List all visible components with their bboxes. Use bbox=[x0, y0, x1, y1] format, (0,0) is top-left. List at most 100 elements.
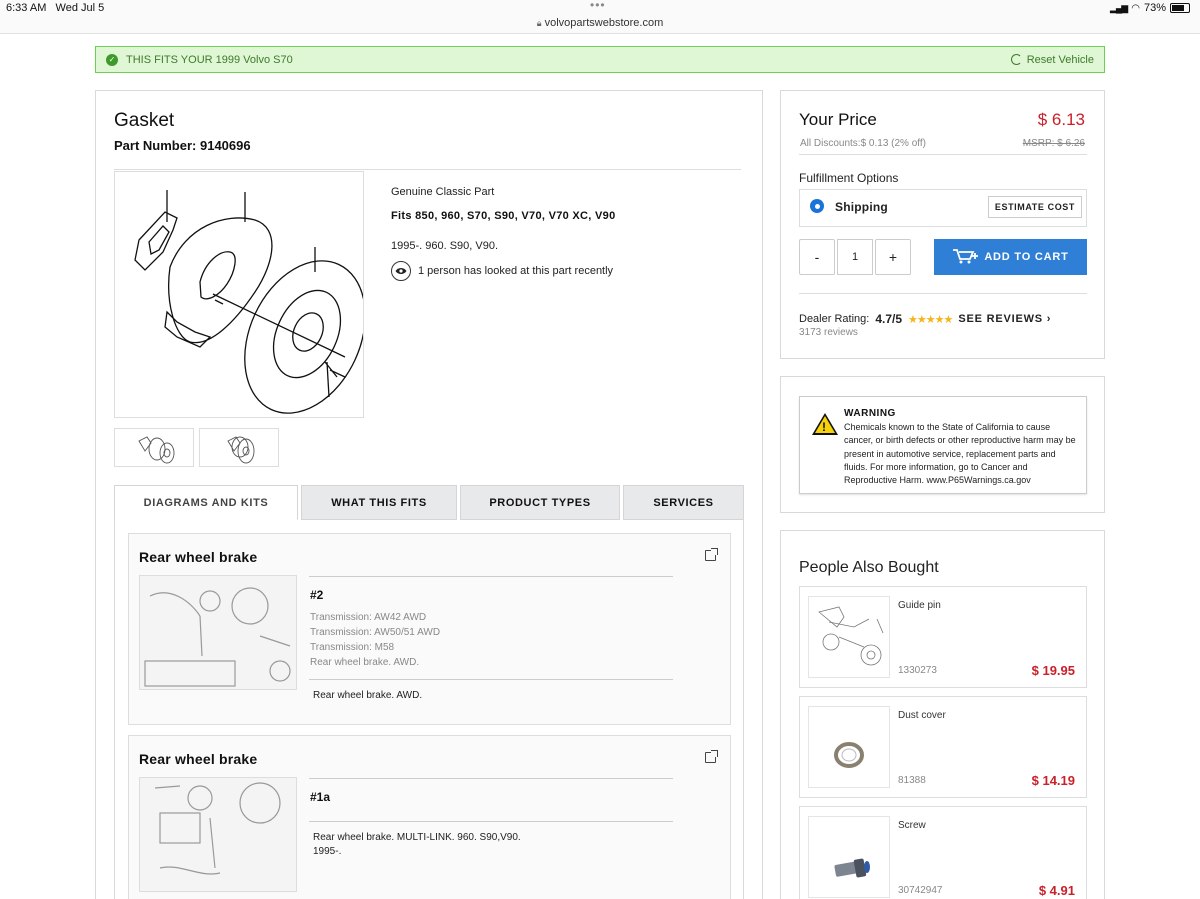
tab-product-types[interactable]: PRODUCT TYPES bbox=[460, 485, 620, 520]
diagram-card[interactable]: Rear wheel brake #1a Rear wheel brake. M… bbox=[128, 735, 731, 899]
estimate-cost-button[interactable]: ESTIMATE COST bbox=[987, 196, 1082, 218]
price-value: $ 6.13 bbox=[1037, 110, 1085, 129]
diagram-divider bbox=[309, 576, 673, 577]
battery-percent: 73% bbox=[1143, 2, 1166, 14]
spec-line: Transmission: M58 bbox=[310, 642, 395, 653]
related-product-price: $ 14.19 bbox=[1031, 773, 1075, 788]
related-product-image bbox=[808, 816, 890, 898]
thumbnail-diagram bbox=[227, 436, 255, 464]
see-reviews-link[interactable]: SEE REVIEWS › bbox=[958, 313, 1051, 325]
check-circle-icon: ✓ bbox=[106, 53, 118, 66]
reset-vehicle-label: Reset Vehicle bbox=[1026, 53, 1094, 66]
related-product-number: 81388 bbox=[898, 775, 926, 786]
related-product-price: $ 4.91 bbox=[1038, 883, 1075, 898]
diagram-note: Rear wheel brake. AWD. bbox=[313, 689, 422, 703]
quantity-input[interactable]: 1 bbox=[837, 239, 873, 275]
diagram-divider bbox=[309, 679, 673, 680]
diagram-number: #2 bbox=[310, 588, 324, 602]
tab-what-this-fits[interactable]: WHAT THIS FITS bbox=[301, 485, 457, 520]
thumbnail-diagram bbox=[138, 436, 175, 464]
note-line: 1995-. bbox=[313, 846, 342, 857]
tab-services[interactable]: SERVICES bbox=[623, 485, 744, 520]
diagram-thumbnail[interactable] bbox=[139, 777, 297, 892]
prop65-warning: ! WARNING Chemicals known to the State o… bbox=[799, 396, 1087, 494]
diagram-title: Rear wheel brake bbox=[139, 751, 258, 767]
lock-icon: 🔒︎ bbox=[536, 18, 542, 28]
reset-vehicle-button[interactable]: Reset Vehicle bbox=[1010, 53, 1094, 66]
brake-disc-diagram bbox=[134, 190, 366, 414]
external-link-icon[interactable] bbox=[705, 750, 718, 763]
related-product-number: 30742947 bbox=[898, 885, 943, 896]
rating-value: 4.7/5 bbox=[875, 312, 903, 326]
your-price-label: Your Price bbox=[799, 110, 877, 129]
thumbnail-1[interactable] bbox=[114, 428, 194, 467]
people-also-bought: People Also Bought Guide pin 1330273 $ 1… bbox=[780, 530, 1105, 899]
tab-diagrams-and-kits[interactable]: DIAGRAMS AND KITS bbox=[114, 485, 298, 520]
signal-icon: ▂▄▆ bbox=[1110, 2, 1128, 13]
diagram-thumbnail[interactable] bbox=[139, 575, 297, 690]
related-product-card[interactable]: Guide pin 1330273 $ 19.95 bbox=[799, 586, 1087, 688]
fits-vehicle: 1999 Volvo S70 bbox=[215, 53, 293, 66]
quantity-decrease-button[interactable]: - bbox=[799, 239, 835, 275]
diagram-sketch bbox=[154, 782, 281, 875]
diagram-card[interactable]: Rear wheel brake #2 Transmission: AW42 A… bbox=[128, 533, 731, 725]
url-text: volvopartswebstore.com bbox=[544, 17, 664, 29]
warning-title: WARNING bbox=[844, 408, 896, 419]
thumbnail-2[interactable] bbox=[199, 428, 279, 467]
rating-label: Dealer Rating: bbox=[799, 313, 870, 325]
fulfillment-label: Fulfillment Options bbox=[799, 171, 899, 185]
related-product-card[interactable]: Dust cover 81388 $ 14.19 bbox=[799, 696, 1087, 798]
cart-icon bbox=[952, 248, 979, 267]
genuine-label: Genuine Classic Part bbox=[391, 186, 495, 198]
quantity-increase-button[interactable]: + bbox=[875, 239, 911, 275]
refresh-icon bbox=[1010, 54, 1022, 65]
shipping-label: Shipping bbox=[835, 200, 888, 214]
product-card: Gasket Part Number: 9140696 Genuine Clas… bbox=[95, 90, 763, 899]
warning-card: ! WARNING Chemicals known to the State o… bbox=[780, 376, 1105, 513]
guide-pin-diagram bbox=[818, 606, 884, 666]
related-product-image bbox=[808, 706, 890, 788]
related-product-image bbox=[808, 596, 890, 678]
diagram-note: Rear wheel brake. MULTI-LINK. 960. S90,V… bbox=[313, 831, 521, 859]
diagram-number: #1a bbox=[310, 790, 331, 804]
discount-text: All Discounts:$ 0.13 (2% off) bbox=[800, 138, 926, 149]
product-tabs: DIAGRAMS AND KITS WHAT THIS FITS PRODUCT… bbox=[114, 485, 744, 520]
related-product-price: $ 19.95 bbox=[1031, 663, 1075, 678]
people-also-bought-title: People Also Bought bbox=[799, 559, 939, 576]
spec-line: Transmission: AW50/51 AWD bbox=[310, 627, 441, 638]
fits-models: Fits 850, 960, S70, S90, V70, V70 XC, V9… bbox=[391, 210, 616, 222]
diagram-specs: Transmission: AW42 AWD Transmission: AW5… bbox=[310, 610, 440, 670]
related-product-number: 1330273 bbox=[898, 665, 937, 676]
product-info: Genuine Classic Part Fits 850, 960, S70,… bbox=[391, 186, 741, 281]
diagram-title: Rear wheel brake bbox=[139, 549, 258, 565]
diagrams-panel: Rear wheel brake #2 Transmission: AW42 A… bbox=[114, 519, 744, 899]
recently-viewed: 1 person has looked at this part recentl… bbox=[391, 261, 741, 281]
msrp-text: MSRP: $ 6.26 bbox=[1022, 138, 1085, 149]
product-years: 1995-. 960. S90, V90. bbox=[391, 240, 499, 252]
shipping-radio[interactable] bbox=[810, 199, 824, 213]
fits-prefix: THIS FITS YOUR bbox=[126, 53, 213, 66]
part-number: Part Number: 9140696 bbox=[114, 138, 251, 153]
reviews-count: 3173 reviews bbox=[799, 327, 858, 338]
external-link-icon[interactable] bbox=[705, 548, 718, 561]
divider bbox=[799, 154, 1087, 155]
spec-line: Rear wheel brake. AWD. bbox=[310, 657, 420, 668]
fits-vehicle-banner: ✓ THIS FITS YOUR 1999 Volvo S70 Reset Ve… bbox=[95, 46, 1105, 73]
warning-exclamation: ! bbox=[822, 420, 826, 434]
related-product-card[interactable]: Screw 30742947 $ 4.91 bbox=[799, 806, 1087, 899]
note-line: Rear wheel brake. MULTI-LINK. 960. S90,V… bbox=[313, 832, 521, 843]
add-to-cart-button[interactable]: ADD TO CART bbox=[934, 239, 1087, 275]
status-time: 6:33 AM Wed Jul 5 bbox=[6, 2, 105, 14]
diagram-divider bbox=[309, 778, 673, 779]
add-to-cart-label: ADD TO CART bbox=[984, 251, 1069, 263]
diagram-sketch bbox=[144, 587, 291, 687]
product-main-image[interactable] bbox=[114, 171, 366, 418]
url-bar[interactable]: 🔒︎ volvopartswebstore.com bbox=[0, 17, 1200, 29]
price-card: Your Price $ 6.13 All Discounts:$ 0.13 (… bbox=[780, 90, 1105, 359]
shipping-option[interactable]: Shipping ESTIMATE COST bbox=[799, 189, 1087, 227]
status-right: ▂▄▆ ◠ 73% bbox=[1110, 2, 1190, 14]
divider bbox=[799, 293, 1087, 294]
dust-cover-image bbox=[834, 742, 864, 768]
more-dots-icon[interactable]: ••• bbox=[590, 0, 606, 12]
note-line: Rear wheel brake. AWD. bbox=[313, 690, 423, 701]
